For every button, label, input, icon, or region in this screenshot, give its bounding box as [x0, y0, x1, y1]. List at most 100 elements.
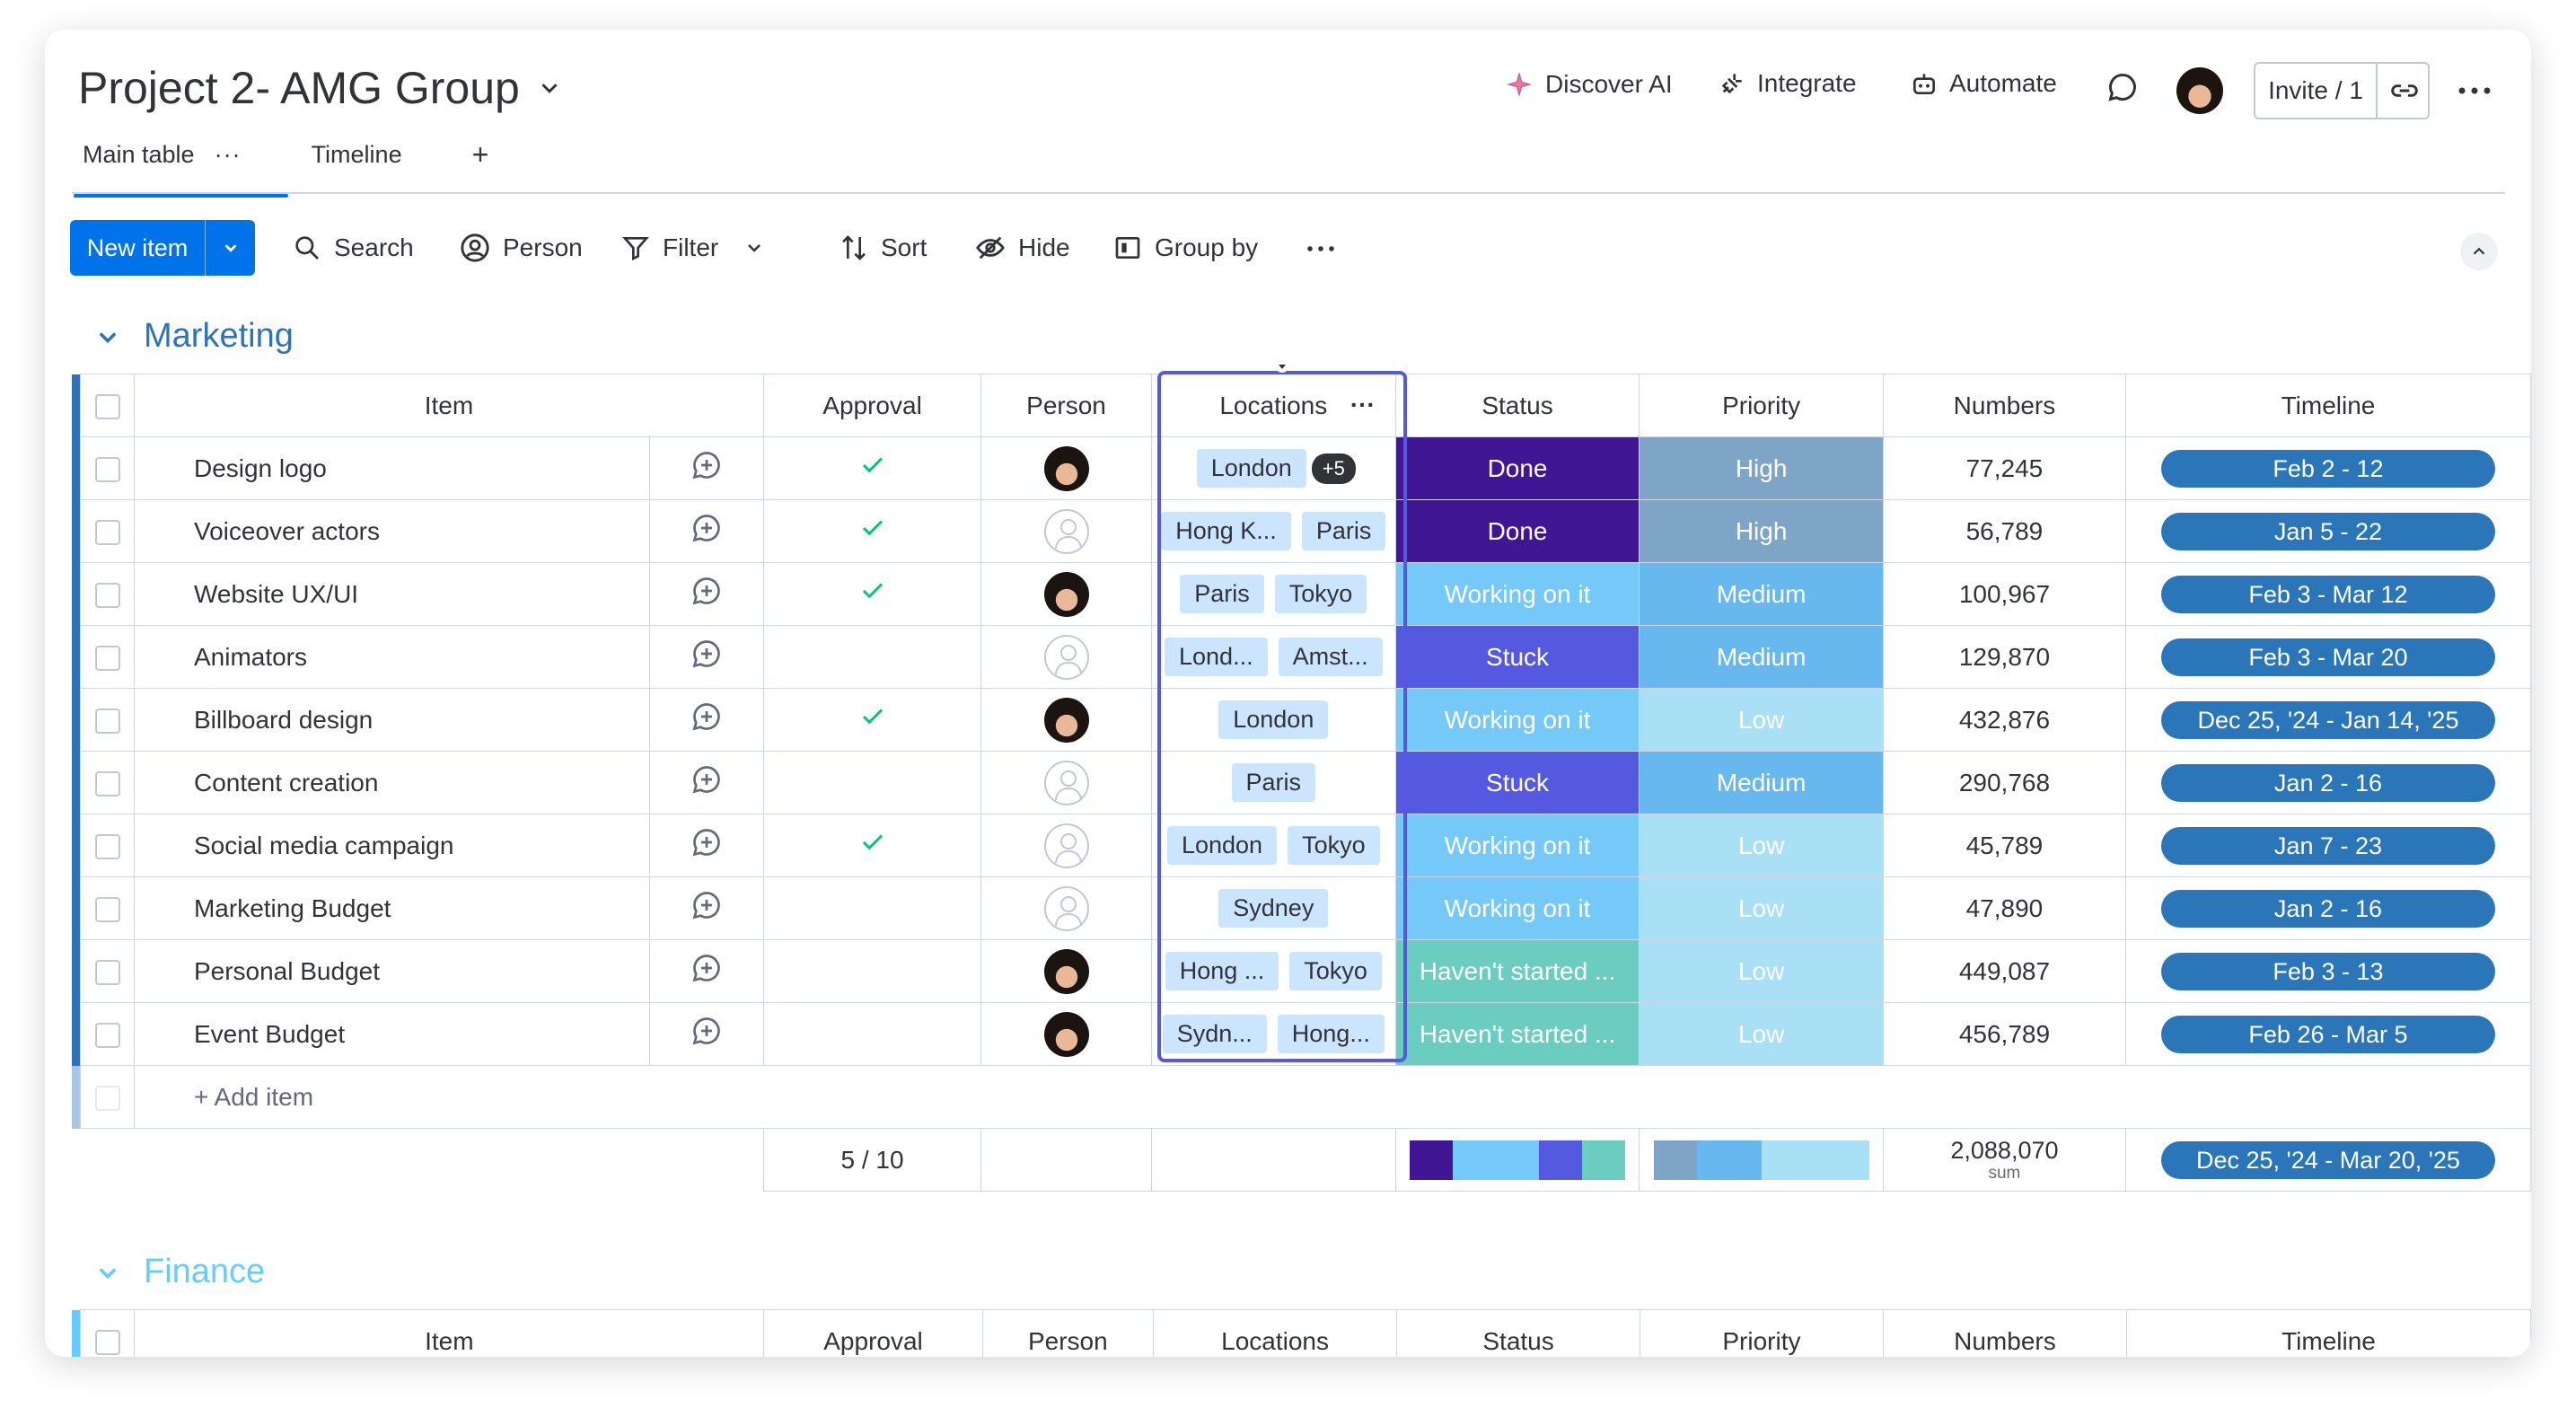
row-checkbox-cell[interactable]: [80, 814, 135, 877]
update-button[interactable]: [649, 876, 764, 940]
update-button[interactable]: [649, 562, 764, 626]
locations-cell[interactable]: London +5: [1150, 436, 1396, 500]
item-name[interactable]: Personal Budget: [133, 939, 651, 1003]
row-checkbox-cell[interactable]: [80, 625, 135, 689]
row-checkbox-cell[interactable]: [80, 436, 135, 500]
person-filter-button[interactable]: Person: [460, 220, 583, 276]
status-cell[interactable]: Done: [1394, 436, 1640, 500]
person-cell[interactable]: [980, 1002, 1152, 1066]
column-header-approval[interactable]: Approval: [762, 374, 982, 437]
checkbox[interactable]: [94, 1023, 120, 1049]
table-row[interactable]: Voiceover actors Hong K... Paris Done Hig…: [72, 499, 2531, 563]
search-button[interactable]: Search: [293, 220, 414, 276]
approval-cell[interactable]: [762, 436, 982, 500]
approval-cell[interactable]: [762, 625, 982, 689]
column-header-timeline[interactable]: Timeline: [2124, 374, 2531, 437]
numbers-cell[interactable]: 77,245: [1882, 436, 2126, 500]
priority-cell[interactable]: Medium: [1639, 562, 1884, 626]
select-all-checkbox[interactable]: [80, 1309, 136, 1357]
locations-cell[interactable]: London: [1150, 688, 1396, 752]
column-header-approval[interactable]: Approval: [763, 1309, 983, 1357]
timeline-cell[interactable]: Feb 3 - Mar 20: [2124, 625, 2531, 689]
row-checkbox-cell[interactable]: [80, 499, 135, 563]
column-header-priority[interactable]: Priority: [1639, 1309, 1884, 1357]
status-cell[interactable]: Haven't started ...: [1394, 939, 1640, 1003]
table-row[interactable]: Billboard design London Working on it Lo…: [72, 688, 2531, 752]
add-view-button[interactable]: +: [472, 138, 489, 188]
checkbox[interactable]: [94, 1330, 120, 1356]
more-locations-badge[interactable]: +5: [1311, 453, 1356, 484]
approval-cell[interactable]: [762, 1002, 982, 1066]
table-row[interactable]: Design logo London +5 Done High 77,245 Fe…: [72, 436, 2531, 500]
item-name[interactable]: Voiceover actors: [133, 499, 651, 563]
priority-cell[interactable]: Low: [1639, 688, 1884, 752]
person-cell[interactable]: [980, 814, 1152, 877]
timeline-cell[interactable]: Feb 3 - 13: [2124, 939, 2531, 1003]
person-cell[interactable]: [980, 876, 1152, 940]
approval-cell[interactable]: [762, 562, 982, 626]
filter-button[interactable]: Filter: [621, 220, 765, 276]
user-avatar[interactable]: [2176, 67, 2223, 114]
column-header-person[interactable]: Person: [980, 374, 1152, 437]
numbers-cell[interactable]: 100,967: [1882, 562, 2126, 626]
status-cell[interactable]: Working on it: [1394, 876, 1640, 940]
new-item-dropdown[interactable]: [205, 220, 255, 276]
item-name[interactable]: Design logo: [133, 436, 651, 500]
priority-cell[interactable]: Medium: [1639, 625, 1884, 689]
numbers-cell[interactable]: 45,789: [1882, 814, 2126, 877]
approval-cell[interactable]: [762, 939, 982, 1003]
item-name[interactable]: Marketing Budget: [133, 876, 651, 940]
locations-cell[interactable]: Lond... Amst...: [1150, 625, 1396, 689]
checkbox[interactable]: [94, 520, 120, 546]
status-cell[interactable]: Working on it: [1394, 688, 1640, 752]
person-cell[interactable]: [980, 625, 1152, 689]
column-header-timeline[interactable]: Timeline: [2125, 1309, 2531, 1357]
column-menu-icon[interactable]: ···: [1350, 391, 1376, 419]
locations-cell[interactable]: Sydney: [1150, 876, 1396, 940]
link-icon[interactable]: [2390, 76, 2419, 105]
integrate-button[interactable]: Integrate: [1718, 69, 1857, 98]
timeline-cell[interactable]: Jan 5 - 22: [2124, 499, 2531, 563]
checkbox[interactable]: [94, 897, 120, 923]
update-button[interactable]: [649, 499, 764, 563]
group-name[interactable]: Finance: [144, 1253, 265, 1291]
approval-cell[interactable]: [762, 876, 982, 940]
update-button[interactable]: [649, 814, 764, 877]
status-cell[interactable]: Stuck: [1394, 625, 1640, 689]
checkbox[interactable]: [94, 646, 120, 672]
priority-cell[interactable]: Low: [1639, 876, 1884, 940]
column-header-locations[interactable]: Locations ···: [1150, 374, 1396, 437]
checkbox[interactable]: [94, 960, 120, 986]
group-header-finance[interactable]: Finance: [95, 1253, 265, 1291]
numbers-cell[interactable]: 47,890: [1882, 876, 2126, 940]
update-button[interactable]: [649, 939, 764, 1003]
column-header-locations[interactable]: Locations: [1153, 1309, 1398, 1357]
column-header-item[interactable]: Item: [134, 1309, 765, 1357]
tab-menu-icon[interactable]: ···: [215, 141, 242, 168]
row-checkbox-cell[interactable]: [80, 688, 135, 752]
table-row[interactable]: Event Budget Sydn... Hong... Haven't star…: [72, 1002, 2531, 1066]
timeline-cell[interactable]: Feb 26 - Mar 5: [2124, 1002, 2531, 1066]
numbers-summary[interactable]: 2,088,070 sum: [1882, 1128, 2126, 1192]
priority-cell[interactable]: Low: [1639, 814, 1884, 877]
priority-cell[interactable]: High: [1639, 436, 1884, 500]
invite-button[interactable]: Invite / 1: [2255, 64, 2378, 118]
item-name[interactable]: Social media campaign: [133, 814, 651, 877]
tab-main-table[interactable]: Main table ···: [74, 141, 287, 198]
select-all-checkbox[interactable]: [80, 374, 135, 437]
person-cell[interactable]: [980, 751, 1152, 814]
column-header-numbers[interactable]: Numbers: [1882, 374, 2126, 437]
locations-cell[interactable]: Sydn... Hong...: [1150, 1002, 1396, 1066]
row-checkbox-cell[interactable]: [80, 1002, 135, 1066]
priority-cell[interactable]: Medium: [1639, 751, 1884, 814]
toolbar-more-icon[interactable]: [1306, 240, 1336, 258]
discover-ai-button[interactable]: Discover AI: [1504, 69, 1673, 100]
table-row[interactable]: Personal Budget Hong ... Tokyo Haven't st…: [72, 939, 2531, 1003]
row-checkbox-cell[interactable]: [80, 876, 135, 940]
row-checkbox-cell[interactable]: [80, 751, 135, 814]
priority-cell[interactable]: Low: [1639, 939, 1884, 1003]
priority-summary[interactable]: [1639, 1128, 1884, 1192]
row-checkbox-cell[interactable]: [80, 939, 135, 1003]
checkbox[interactable]: [94, 583, 120, 609]
person-cell[interactable]: [980, 436, 1152, 500]
